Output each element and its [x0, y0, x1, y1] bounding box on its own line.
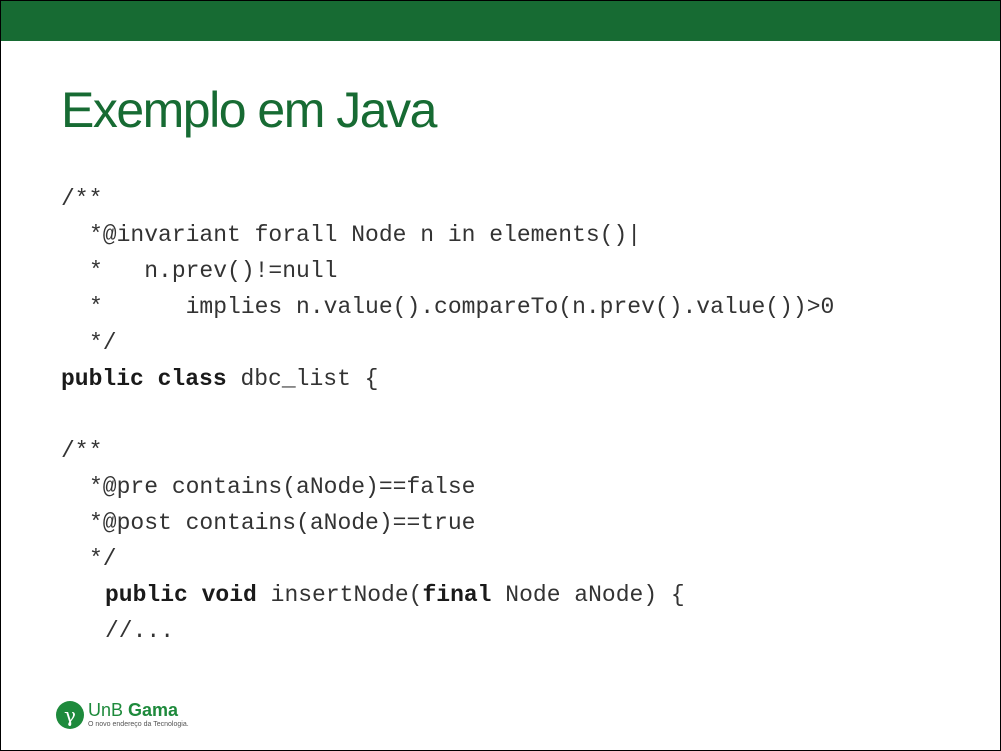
code-text: *@pre contains(aNode)==false	[89, 474, 476, 500]
code-line: //...	[61, 613, 834, 649]
code-line: public class dbc_list {	[61, 361, 834, 397]
gamma-logo-icon: γ	[56, 701, 84, 729]
code-line: public void insertNode(final Node aNode)…	[61, 577, 834, 613]
code-block: /** *@invariant forall Node n in element…	[61, 181, 834, 649]
code-keyword: public void	[105, 582, 257, 608]
logo-text: UnB Gama O novo endereço da Tecnologia.	[88, 701, 189, 729]
code-line: */	[61, 541, 834, 577]
code-text: Node aNode) {	[505, 582, 685, 608]
logo-name: UnB Gama	[88, 701, 189, 720]
code-text: */	[89, 546, 117, 572]
code-keyword: public class	[61, 366, 227, 392]
code-text: */	[89, 330, 117, 356]
code-text: *@post contains(aNode)==true	[89, 510, 476, 536]
code-line: *@post contains(aNode)==true	[61, 505, 834, 541]
code-text: //...	[105, 618, 175, 644]
logo-tagline: O novo endereço da Tecnologia.	[88, 721, 189, 728]
logo-symbol: γ	[64, 703, 76, 727]
slide-title: Exemplo em Java	[61, 82, 437, 138]
slide: Exemplo em Java /** *@invariant forall N…	[0, 0, 1001, 751]
code-line: /**	[61, 433, 834, 469]
code-text: *@invariant forall Node n in elements()|	[89, 222, 642, 248]
code-line: *@invariant forall Node n in elements()|	[61, 217, 834, 253]
unb-gama-logo: γ UnB Gama O novo endereço da Tecnologia.	[56, 701, 189, 729]
code-text: /**	[61, 438, 103, 464]
code-line: *@pre contains(aNode)==false	[61, 469, 834, 505]
code-line: /**	[61, 181, 834, 217]
code-line: */	[61, 325, 834, 361]
logo-name-gama: Gama	[128, 700, 179, 720]
code-line: * implies n.value().compareTo(n.prev().v…	[61, 289, 834, 325]
code-keyword: final	[422, 582, 492, 608]
logo-name-unb: UnB	[88, 700, 124, 720]
code-text: insertNode(	[270, 582, 423, 608]
code-text: /**	[61, 186, 103, 212]
code-text: * n.prev()!=null	[89, 258, 338, 284]
header-bar	[1, 1, 1000, 41]
code-line: * n.prev()!=null	[61, 253, 834, 289]
code-text: dbc_list {	[240, 366, 379, 392]
code-text: * implies n.value().compareTo(n.prev().v…	[89, 294, 835, 320]
